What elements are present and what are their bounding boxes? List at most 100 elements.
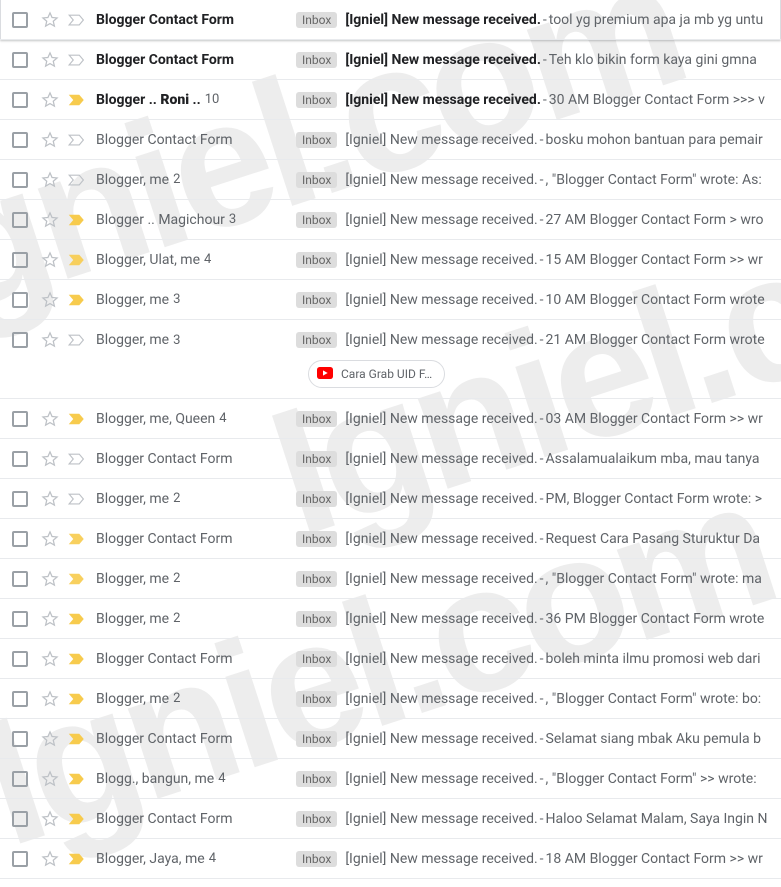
email-row[interactable]: Blogger Contact FormInbox[Igniel] New me… (0, 519, 781, 559)
important-marker-icon[interactable] (68, 173, 96, 187)
important-marker-icon[interactable] (68, 293, 96, 307)
email-row[interactable]: Blogger, me, Queen4Inbox[Igniel] New mes… (0, 399, 781, 439)
select-checkbox[interactable] (12, 132, 40, 148)
important-marker-icon[interactable] (68, 452, 96, 466)
email-row[interactable]: Blogger, me2Inbox[Igniel] New message re… (0, 679, 781, 719)
email-row[interactable]: Blogger Contact FormInbox[Igniel] New me… (0, 40, 781, 80)
email-row[interactable]: Blogger Contact FormInbox[Igniel] New me… (0, 0, 781, 40)
email-row[interactable]: Blogger, me2Inbox[Igniel] New message re… (0, 599, 781, 639)
star-icon[interactable] (40, 409, 68, 429)
email-row[interactable]: Blogger .. Roni ..10Inbox[Igniel] New me… (0, 80, 781, 120)
important-marker-icon[interactable] (68, 133, 96, 147)
select-checkbox[interactable] (12, 12, 40, 28)
inbox-label: Inbox (296, 332, 337, 348)
star-icon[interactable] (40, 10, 68, 30)
important-marker-icon[interactable] (68, 213, 96, 227)
sender-text: Blogger, me (96, 332, 169, 348)
important-marker-icon[interactable] (68, 492, 96, 506)
select-checkbox[interactable] (12, 851, 40, 867)
sender-text: Blogger Contact Form (96, 132, 232, 148)
star-icon[interactable] (40, 210, 68, 230)
star-icon[interactable] (40, 569, 68, 589)
star-icon[interactable] (40, 290, 68, 310)
select-checkbox[interactable] (12, 332, 40, 348)
select-checkbox[interactable] (12, 491, 40, 507)
select-checkbox[interactable] (12, 451, 40, 467)
important-marker-icon[interactable] (68, 772, 96, 786)
star-icon[interactable] (40, 609, 68, 629)
email-row[interactable]: Blogger Contact FormInbox[Igniel] New me… (0, 120, 781, 160)
email-row[interactable]: Blogger, me3Inbox[Igniel] New message re… (0, 280, 781, 320)
important-marker-icon[interactable] (68, 652, 96, 666)
star-icon[interactable] (40, 649, 68, 669)
star-icon[interactable] (40, 729, 68, 749)
star-icon[interactable] (40, 449, 68, 469)
important-marker-icon[interactable] (68, 93, 96, 107)
important-marker-icon[interactable] (68, 692, 96, 706)
email-row[interactable]: Blogger, me3Inbox[Igniel] New message re… (0, 320, 781, 360)
star-icon[interactable] (40, 489, 68, 509)
inbox-label: Inbox (296, 292, 337, 308)
star-icon[interactable] (40, 809, 68, 829)
sender: Blogger Contact Form (96, 531, 296, 547)
star-icon[interactable] (40, 769, 68, 789)
important-marker-icon[interactable] (68, 333, 96, 347)
star-icon[interactable] (40, 130, 68, 150)
thread-count: 2 (173, 691, 180, 706)
email-row[interactable]: Blogger, me2Inbox[Igniel] New message re… (0, 160, 781, 200)
sender: Blogger Contact Form (96, 132, 296, 148)
star-icon[interactable] (40, 170, 68, 190)
select-checkbox[interactable] (12, 611, 40, 627)
important-marker-icon[interactable] (68, 732, 96, 746)
select-checkbox[interactable] (12, 651, 40, 667)
email-row[interactable]: Blogger, me2Inbox[Igniel] New message re… (0, 479, 781, 519)
sender-text: Blogger, me (96, 571, 169, 587)
select-checkbox[interactable] (12, 571, 40, 587)
email-row[interactable]: Blogger, Jaya, me4Inbox[Igniel] New mess… (0, 839, 781, 879)
important-marker-icon[interactable] (68, 612, 96, 626)
star-icon[interactable] (40, 90, 68, 110)
important-marker-icon[interactable] (68, 572, 96, 586)
star-icon[interactable] (40, 529, 68, 549)
important-marker-icon[interactable] (68, 812, 96, 826)
select-checkbox[interactable] (12, 172, 40, 188)
important-marker-icon[interactable] (68, 253, 96, 267)
subject: [Igniel] New message received. (345, 12, 541, 28)
star-icon[interactable] (40, 50, 68, 70)
select-checkbox[interactable] (12, 252, 40, 268)
email-row[interactable]: Blogger Contact FormInbox[Igniel] New me… (0, 639, 781, 679)
sender-text: Blogger, Ulat, me (96, 252, 200, 268)
inbox-label: Inbox (296, 172, 337, 188)
sender: Blogger, me3 (96, 292, 296, 308)
important-marker-icon[interactable] (68, 412, 96, 426)
star-icon[interactable] (40, 849, 68, 869)
important-marker-icon[interactable] (68, 13, 96, 27)
sender-text: Blogger Contact Form (96, 731, 232, 747)
email-row[interactable]: Blogger Contact FormInbox[Igniel] New me… (0, 719, 781, 759)
email-row[interactable]: Blogger, me2Inbox[Igniel] New message re… (0, 559, 781, 599)
select-checkbox[interactable] (12, 531, 40, 547)
email-row[interactable]: Blogger Contact FormInbox[Igniel] New me… (0, 799, 781, 839)
select-checkbox[interactable] (12, 771, 40, 787)
select-checkbox[interactable] (12, 52, 40, 68)
select-checkbox[interactable] (12, 691, 40, 707)
select-checkbox[interactable] (12, 411, 40, 427)
email-row[interactable]: Blogger .. Magichour3Inbox[Igniel] New m… (0, 200, 781, 240)
email-row[interactable]: Blogg., bangun, me4Inbox[Igniel] New mes… (0, 759, 781, 799)
important-marker-icon[interactable] (68, 53, 96, 67)
important-marker-icon[interactable] (68, 852, 96, 866)
important-marker-icon[interactable] (68, 532, 96, 546)
attachment-chip[interactable]: Cara Grab UID F… (308, 360, 445, 388)
star-icon[interactable] (40, 330, 68, 350)
snippet: Haloo Selamat Malam, Saya Ingin N (546, 811, 768, 827)
select-checkbox[interactable] (12, 811, 40, 827)
separator: - (540, 611, 544, 627)
star-icon[interactable] (40, 250, 68, 270)
select-checkbox[interactable] (12, 731, 40, 747)
select-checkbox[interactable] (12, 292, 40, 308)
select-checkbox[interactable] (12, 212, 40, 228)
star-icon[interactable] (40, 689, 68, 709)
email-row[interactable]: Blogger, Ulat, me4Inbox[Igniel] New mess… (0, 240, 781, 280)
email-row[interactable]: Blogger Contact FormInbox[Igniel] New me… (0, 439, 781, 479)
select-checkbox[interactable] (12, 92, 40, 108)
